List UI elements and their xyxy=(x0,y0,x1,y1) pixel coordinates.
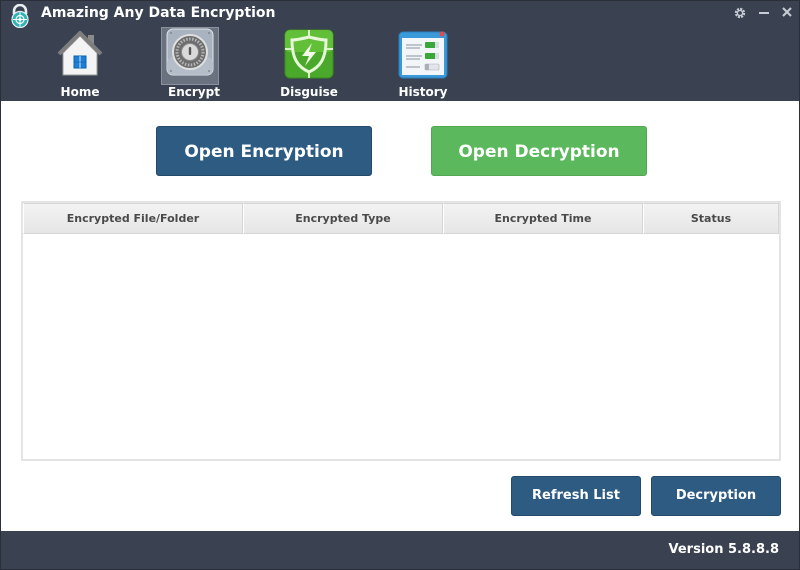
nav-history-label: History xyxy=(398,85,448,99)
header-bar: Amazing Any Data Encryption Home Encrypt… xyxy=(1,1,799,101)
column-header-type[interactable]: Encrypted Type xyxy=(243,203,443,234)
column-header-status[interactable]: Status xyxy=(643,203,779,234)
nav-history[interactable]: History xyxy=(390,27,456,101)
table-body-empty[interactable] xyxy=(23,234,779,459)
app-window: Amazing Any Data Encryption Home Encrypt… xyxy=(0,0,800,570)
nav-home-label: Home xyxy=(60,85,100,99)
column-header-time[interactable]: Encrypted Time xyxy=(443,203,643,234)
house-icon xyxy=(57,31,103,76)
table-header: Encrypted File/Folder Encrypted Type Enc… xyxy=(23,203,779,234)
decryption-button[interactable]: Decryption xyxy=(651,476,781,516)
minimize-icon xyxy=(759,12,769,14)
app-title: Amazing Any Data Encryption xyxy=(41,5,276,21)
footer-bar: Version 5.8.8.8 xyxy=(1,531,799,569)
safe-lock-icon xyxy=(166,28,214,76)
history-list-icon xyxy=(398,31,448,79)
minimize-button[interactable] xyxy=(756,5,772,21)
shield-lightning-icon xyxy=(284,29,334,79)
open-decryption-button[interactable]: Open Decryption xyxy=(431,126,647,176)
close-icon xyxy=(782,7,792,17)
column-header-file-folder[interactable]: Encrypted File/Folder xyxy=(23,203,243,234)
nav-encrypt[interactable]: Encrypt xyxy=(161,27,227,101)
open-encryption-button[interactable]: Open Encryption xyxy=(156,126,372,176)
nav-disguise-label: Disguise xyxy=(280,85,338,99)
refresh-list-button[interactable]: Refresh List xyxy=(511,476,641,516)
gear-icon xyxy=(734,7,746,19)
nav-disguise[interactable]: Disguise xyxy=(276,27,342,101)
close-button[interactable] xyxy=(779,5,795,21)
settings-button[interactable] xyxy=(732,5,748,21)
version-label: Version 5.8.8.8 xyxy=(668,542,779,557)
padlock-logo-icon xyxy=(11,4,29,28)
encrypted-files-table: Encrypted File/Folder Encrypted Type Enc… xyxy=(21,201,781,461)
nav-encrypt-label: Encrypt xyxy=(168,85,220,99)
nav-home[interactable]: Home xyxy=(47,27,113,101)
